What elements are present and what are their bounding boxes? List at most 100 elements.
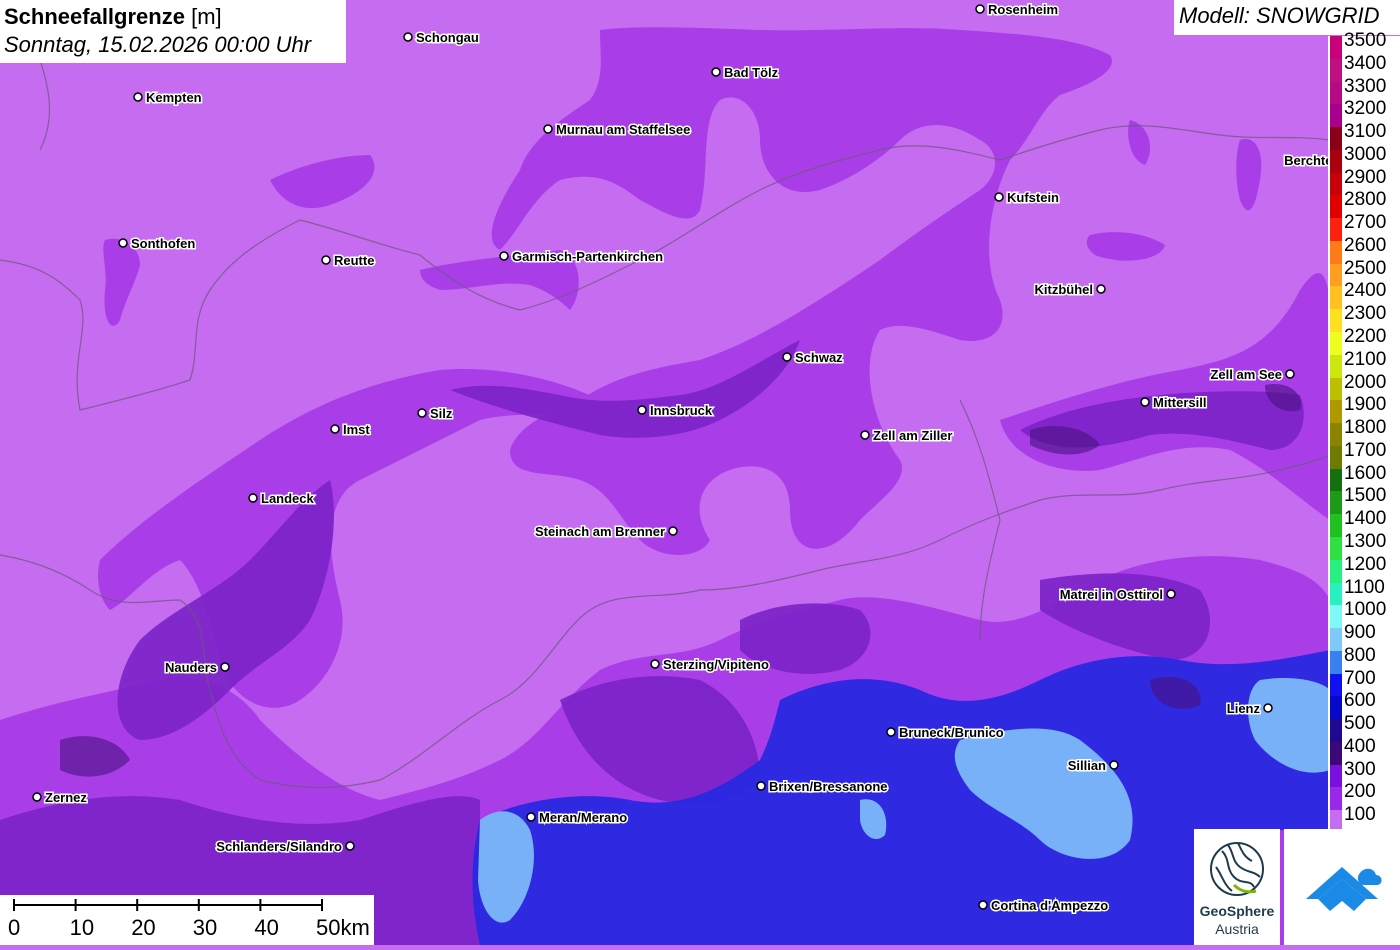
legend-entry: 2400 (1328, 278, 1400, 310)
legend-label: 1600 (1344, 462, 1387, 484)
city-dot-icon (994, 192, 1004, 202)
scale-label: 0 (8, 915, 21, 940)
city-label: Garmisch-Partenkirchen (512, 249, 663, 264)
city-marker[interactable]: Zell am Ziller (860, 427, 954, 445)
city-dot-icon (978, 900, 988, 910)
legend-entry: 300 (1328, 757, 1400, 788)
city-marker[interactable]: Bruneck/Brunico (886, 724, 1005, 742)
legend-entry: 1800 (1328, 415, 1400, 446)
legend-label: 2300 (1344, 303, 1387, 325)
scale-label: 30 (192, 915, 218, 940)
legend-label: 2700 (1344, 212, 1387, 234)
legend-label: 300 (1344, 758, 1376, 780)
legend-entry: 500 (1328, 711, 1400, 742)
legend-entry: 1000 (1328, 597, 1400, 629)
legend-entry: 1700 (1328, 438, 1400, 469)
city-marker[interactable]: Sonthofen (118, 235, 197, 253)
city-label: Kufstein (1007, 190, 1059, 205)
city-marker[interactable]: Steinach am Brenner (533, 523, 678, 541)
city-marker[interactable]: Schlanders/Silandro (215, 838, 355, 856)
city-label: Murnau am Staffelsee (556, 122, 690, 137)
legend-label: 1300 (1344, 530, 1387, 552)
snow-mountain-icon (1306, 867, 1382, 911)
legend-label: 1400 (1344, 508, 1387, 530)
city-dot-icon (133, 92, 143, 102)
map-title: Schneefallgrenze [m] (4, 4, 222, 29)
city-marker[interactable]: Zell am See (1209, 366, 1295, 384)
legend-label: 1700 (1344, 439, 1387, 461)
legend-label: 2100 (1344, 348, 1387, 370)
geosphere-emblem-icon (1210, 842, 1264, 896)
legend-label: 3200 (1344, 98, 1387, 120)
city-dot-icon (403, 32, 413, 42)
legend-entry: 1900 (1328, 392, 1400, 424)
city-dot-icon (756, 781, 766, 791)
legend-entry: 2700 (1328, 210, 1400, 241)
city-marker[interactable]: Meran/Merano (526, 809, 629, 827)
city-dot-icon (1109, 760, 1119, 770)
legend-entry: 1300 (1328, 529, 1400, 560)
city-dot-icon (543, 124, 553, 134)
city-dot-icon (1140, 397, 1150, 407)
city-label: Bad Tölz (724, 65, 779, 80)
city-marker[interactable]: Garmisch-Partenkirchen (499, 248, 665, 266)
city-label: Sonthofen (131, 236, 195, 251)
geosphere-logo[interactable]: GeoSphere Austria (1194, 829, 1280, 945)
city-label: Sillian (1068, 758, 1106, 773)
city-dot-icon (1285, 369, 1295, 379)
city-label: Meran/Merano (539, 810, 627, 825)
city-marker[interactable]: Murnau am Staffelsee (543, 121, 692, 139)
scale-label: 10 (69, 915, 95, 940)
legend-label: 3400 (1344, 52, 1387, 74)
city-label: Matrei in Osttirol (1060, 587, 1163, 602)
legend-entry: 2900 (1328, 165, 1400, 196)
legend-label: 2000 (1344, 371, 1387, 393)
city-marker[interactable]: Sterzing/Vipiteno (650, 656, 770, 674)
city-label: Steinach am Brenner (535, 524, 665, 539)
legend-label: 2400 (1344, 280, 1387, 302)
legend-entry: 900 (1328, 620, 1400, 651)
legend-entry: 2500 (1328, 256, 1400, 287)
city-dot-icon (220, 662, 230, 672)
scale-label: 20 (131, 915, 156, 940)
legend-entry: 2300 (1328, 301, 1400, 333)
city-label: Landeck (261, 491, 315, 506)
legend-label: 2200 (1344, 326, 1387, 348)
legend-label: 1200 (1344, 553, 1387, 575)
legend-entry: 600 (1328, 688, 1400, 720)
city-dot-icon (118, 238, 128, 248)
city-marker[interactable]: Cortina d'Ampezzo (978, 897, 1110, 915)
city-marker[interactable]: Innsbruck (637, 402, 714, 420)
legend-entry: 700 (1328, 666, 1400, 697)
city-dot-icon (975, 4, 985, 14)
app-logo[interactable] (1284, 829, 1400, 945)
city-label: Zernez (45, 790, 87, 805)
legend-label: 3500 (1344, 30, 1387, 51)
legend-label: 200 (1344, 781, 1376, 803)
legend-entry: 3100 (1328, 119, 1400, 150)
city-marker[interactable]: Schongau (403, 29, 480, 47)
legend-label: 1000 (1344, 599, 1387, 621)
legend-label: 2600 (1344, 234, 1387, 256)
legend-entry: 800 (1328, 643, 1400, 674)
geosphere-logo-country: Austria (1215, 921, 1259, 937)
legend-entry: 2100 (1328, 347, 1400, 378)
legend-entry: 1100 (1328, 575, 1400, 606)
legend-entry: 100 (1328, 802, 1400, 833)
city-label: Nauders (165, 660, 217, 675)
city-label: Kitzbühel (1035, 282, 1094, 297)
city-dot-icon (886, 727, 896, 737)
legend-entry: 400 (1328, 734, 1400, 765)
city-dot-icon (1096, 284, 1106, 294)
city-marker[interactable]: Brixen/Bressanone (756, 778, 889, 796)
legend-entry: 2200 (1328, 324, 1400, 355)
city-dot-icon (711, 67, 721, 77)
city-dot-icon (330, 424, 340, 434)
city-label: Zell am See (1210, 367, 1282, 382)
snowfall-limit-map[interactable]: Rosenheim Schongau Bad Tölz Kempten Murnau a… (0, 0, 1400, 945)
city-dot-icon (1166, 589, 1176, 599)
legend-entry: 2800 (1328, 187, 1400, 219)
city-marker[interactable]: Rosenheim (975, 1, 1060, 19)
city-marker[interactable]: Matrei in Osttirol (1058, 586, 1176, 604)
map-title-box: Schneefallgrenze [m] Sonntag, 15.02.2026… (0, 0, 346, 63)
